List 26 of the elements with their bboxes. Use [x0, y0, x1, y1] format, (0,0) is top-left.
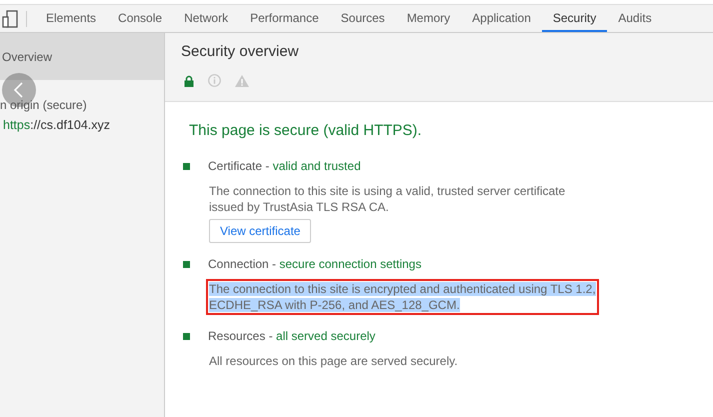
- panel-tab[interactable]: Sources: [330, 5, 396, 32]
- panel-tab[interactable]: Audits: [607, 5, 663, 32]
- sidebar-item[interactable]: Overview: [0, 33, 164, 80]
- panel-tab[interactable]: Network: [173, 5, 240, 32]
- origin-host[interactable]: ://cs.df104.xyz: [30, 118, 110, 132]
- panel-tab[interactable]: Memory: [396, 5, 462, 32]
- panel-tab[interactable]: Application: [461, 5, 542, 32]
- security-summary: This page is secure (valid HTTPS).: [189, 122, 423, 139]
- section-description: All resources on this page are served securely.: [208, 353, 459, 370]
- section-title: Connection - secure connection settings: [208, 257, 422, 271]
- origin-scheme[interactable]: https: [3, 118, 30, 132]
- section-title: Certificate - valid and trusted: [208, 159, 361, 173]
- lock-icon[interactable]: [184, 74, 194, 86]
- section-description: The connection to this site is using a valid, trusted server certificate issued by TrustAsia TLS RSA CA.: [208, 183, 566, 216]
- device-toolbar-icon[interactable]: [2, 10, 18, 28]
- status-bullet-icon: [183, 162, 190, 170]
- view-certificate-button[interactable]: View certificate: [209, 219, 312, 243]
- section-title: Resources - all served securely: [208, 329, 376, 343]
- sidebar-heading: n origin (secure): [0, 98, 88, 112]
- status-bullet-icon: [183, 332, 190, 340]
- panel-tab[interactable]: Console: [107, 5, 174, 32]
- panel-tab[interactable]: Elements: [35, 5, 108, 32]
- panel-tab[interactable]: Performance: [239, 5, 330, 32]
- panel-title: Security overview: [181, 43, 300, 60]
- status-bullet-icon: [183, 260, 190, 268]
- section-description: The connection to this site is encrypted and authenticated using TLS 1.2, ECDHE_RSA with P-256, and AES_128_GCM.: [206, 279, 599, 315]
